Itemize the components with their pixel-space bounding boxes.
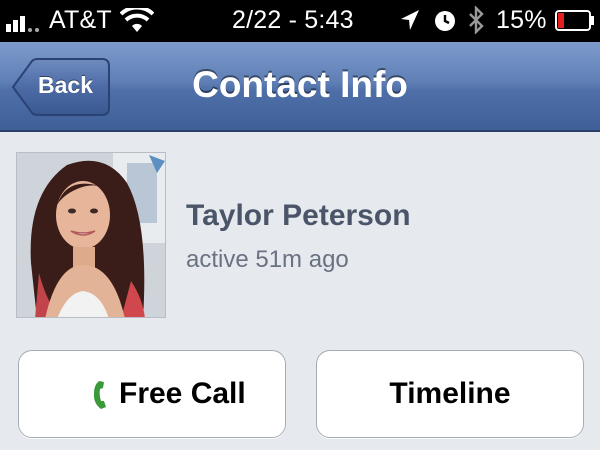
signal-icon <box>6 10 46 32</box>
location-arrow-icon <box>401 10 419 30</box>
free-call-label: Free Call <box>119 377 246 410</box>
profile-photo <box>17 153 165 317</box>
alarm-clock-icon <box>435 11 455 31</box>
contact-name: Taylor Peterson <box>186 199 411 232</box>
free-call-button[interactable]: Free Call <box>18 350 286 438</box>
phone-icon <box>93 381 106 409</box>
battery-icon <box>555 10 594 31</box>
status-bar: AT&T 2/22 - 5:43 15% <box>0 0 600 42</box>
navigation-bar: Back Contact Info <box>0 42 600 132</box>
wifi-icon <box>120 8 154 32</box>
timeline-button[interactable]: Timeline <box>316 350 584 438</box>
activity-status: active 51m ago <box>186 246 349 273</box>
battery-percent: 15% <box>496 6 547 34</box>
timeline-label: Timeline <box>389 377 511 410</box>
carrier-label: AT&T <box>49 6 112 34</box>
back-button-label: Back <box>38 72 93 98</box>
back-button[interactable]: Back <box>12 58 110 116</box>
page-title: Contact Info <box>192 64 408 105</box>
avatar[interactable] <box>16 152 166 318</box>
bluetooth-icon <box>469 6 484 34</box>
status-time: 2/22 - 5:43 <box>232 6 354 34</box>
